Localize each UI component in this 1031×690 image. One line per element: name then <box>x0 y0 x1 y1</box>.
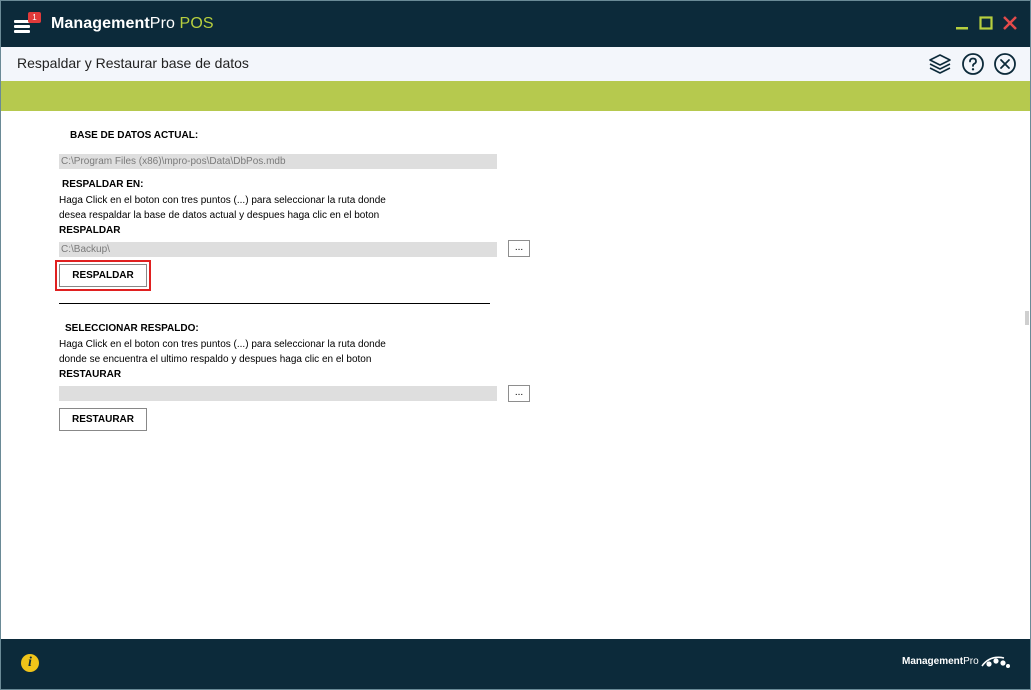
backup-path-input[interactable] <box>59 242 497 257</box>
notification-badge: 1 <box>28 12 41 23</box>
restore-instructions-line-3: RESTAURAR <box>59 369 122 380</box>
footer-logo-bold: Management <box>902 656 964 667</box>
restore-label: SELECCIONAR RESPALDO: <box>65 323 199 334</box>
footer-logo-regular: Pro <box>963 656 979 667</box>
help-icon <box>962 53 984 75</box>
current-db-label: BASE DE DATOS ACTUAL: <box>70 130 199 141</box>
backup-instructions-line-1: Haga Click en el boton con tres puntos (… <box>59 195 386 206</box>
backup-instructions-line-2: desea respaldar la base de datos actual … <box>59 210 380 221</box>
app-title-bold: Management <box>51 15 150 32</box>
app-window: 1 ManagementPro POS Respaldar y Restaura… <box>0 0 1031 690</box>
close-icon <box>1003 16 1017 30</box>
footer-bar: i ManagementPro <box>1 639 1030 689</box>
info-icon[interactable]: i <box>21 654 39 672</box>
footer-logo-text: ManagementPro <box>902 656 979 667</box>
restore-instructions-line-1: Haga Click en el boton con tres puntos (… <box>59 339 386 350</box>
scrollbar-edge[interactable] <box>1025 311 1029 325</box>
app-title-accent: POS <box>179 15 214 32</box>
restore-browse-button[interactable]: ... <box>508 385 530 402</box>
app-title: ManagementPro POS <box>51 15 214 33</box>
page-title: Respaldar y Restaurar base de datos <box>17 55 249 71</box>
app-title-regular: Pro <box>149 15 175 32</box>
accent-bar <box>1 81 1030 111</box>
backup-instructions-line-3: RESPALDAR <box>59 225 121 236</box>
backup-label: RESPALDAR EN: <box>62 179 144 190</box>
restore-path-input[interactable] <box>59 386 497 401</box>
close-page-button[interactable] <box>993 52 1017 76</box>
minimize-button[interactable] <box>952 13 972 33</box>
close-window-button[interactable] <box>1000 13 1020 33</box>
hamburger-menu-button[interactable]: 1 <box>11 11 41 37</box>
section-divider <box>59 303 490 304</box>
title-bar: 1 ManagementPro POS <box>1 1 1030 47</box>
brand-logo-icon <box>981 656 1010 668</box>
restore-button[interactable]: RESTAURAR <box>59 408 147 431</box>
current-db-path-field[interactable] <box>59 154 497 169</box>
minimize-icon <box>956 27 968 30</box>
main-content: BASE DE DATOS ACTUAL: RESPALDAR EN: Haga… <box>1 111 1030 639</box>
help-button[interactable] <box>961 52 985 76</box>
backup-button[interactable]: RESPALDAR <box>59 264 147 287</box>
close-circle-icon <box>994 53 1016 75</box>
page-header: Respaldar y Restaurar base de datos <box>1 47 1030 82</box>
maximize-icon <box>979 16 993 30</box>
restore-instructions-line-2: donde se encuentra el ultimo respaldo y … <box>59 354 372 365</box>
layers-icon <box>929 54 951 74</box>
layers-button[interactable] <box>928 52 952 76</box>
backup-browse-button[interactable]: ... <box>508 240 530 257</box>
maximize-button[interactable] <box>976 13 996 33</box>
